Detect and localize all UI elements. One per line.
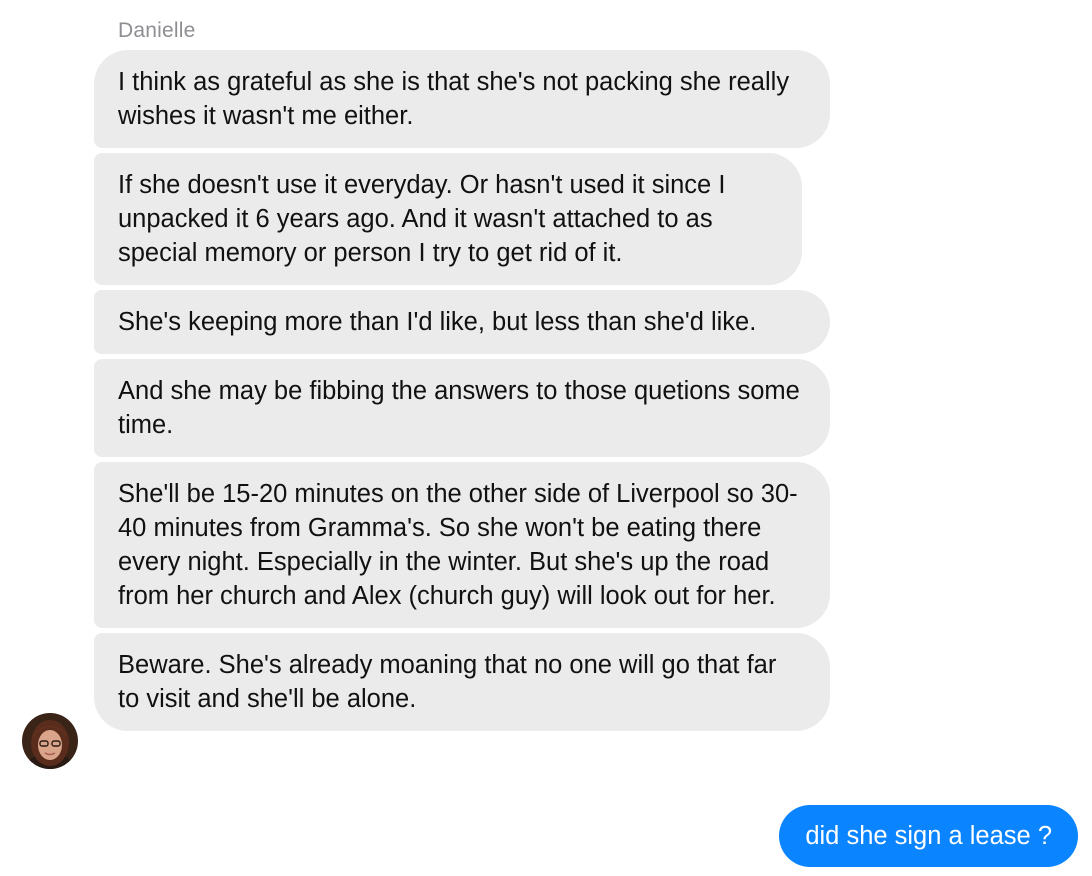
sender-name: Danielle [118,19,196,42]
incoming-message-bubble[interactable]: She'll be 15-20 minutes on the other sid… [94,462,830,628]
incoming-message-bubble[interactable]: She's keeping more than I'd like, but le… [94,290,830,354]
incoming-message-bubble[interactable]: I think as grateful as she is that she's… [94,50,830,148]
sender-avatar[interactable] [22,713,78,769]
message-thread: I think as grateful as she is that she's… [94,50,854,736]
avatar-photo-icon [22,713,78,769]
incoming-message-bubble[interactable]: If she doesn't use it everyday. Or hasn'… [94,153,802,285]
incoming-message-bubble[interactable]: Beware. She's already moaning that no on… [94,633,830,731]
outgoing-message-bubble[interactable]: did she sign a lease ? [779,805,1078,867]
incoming-message-bubble[interactable]: And she may be fibbing the answers to th… [94,359,830,457]
